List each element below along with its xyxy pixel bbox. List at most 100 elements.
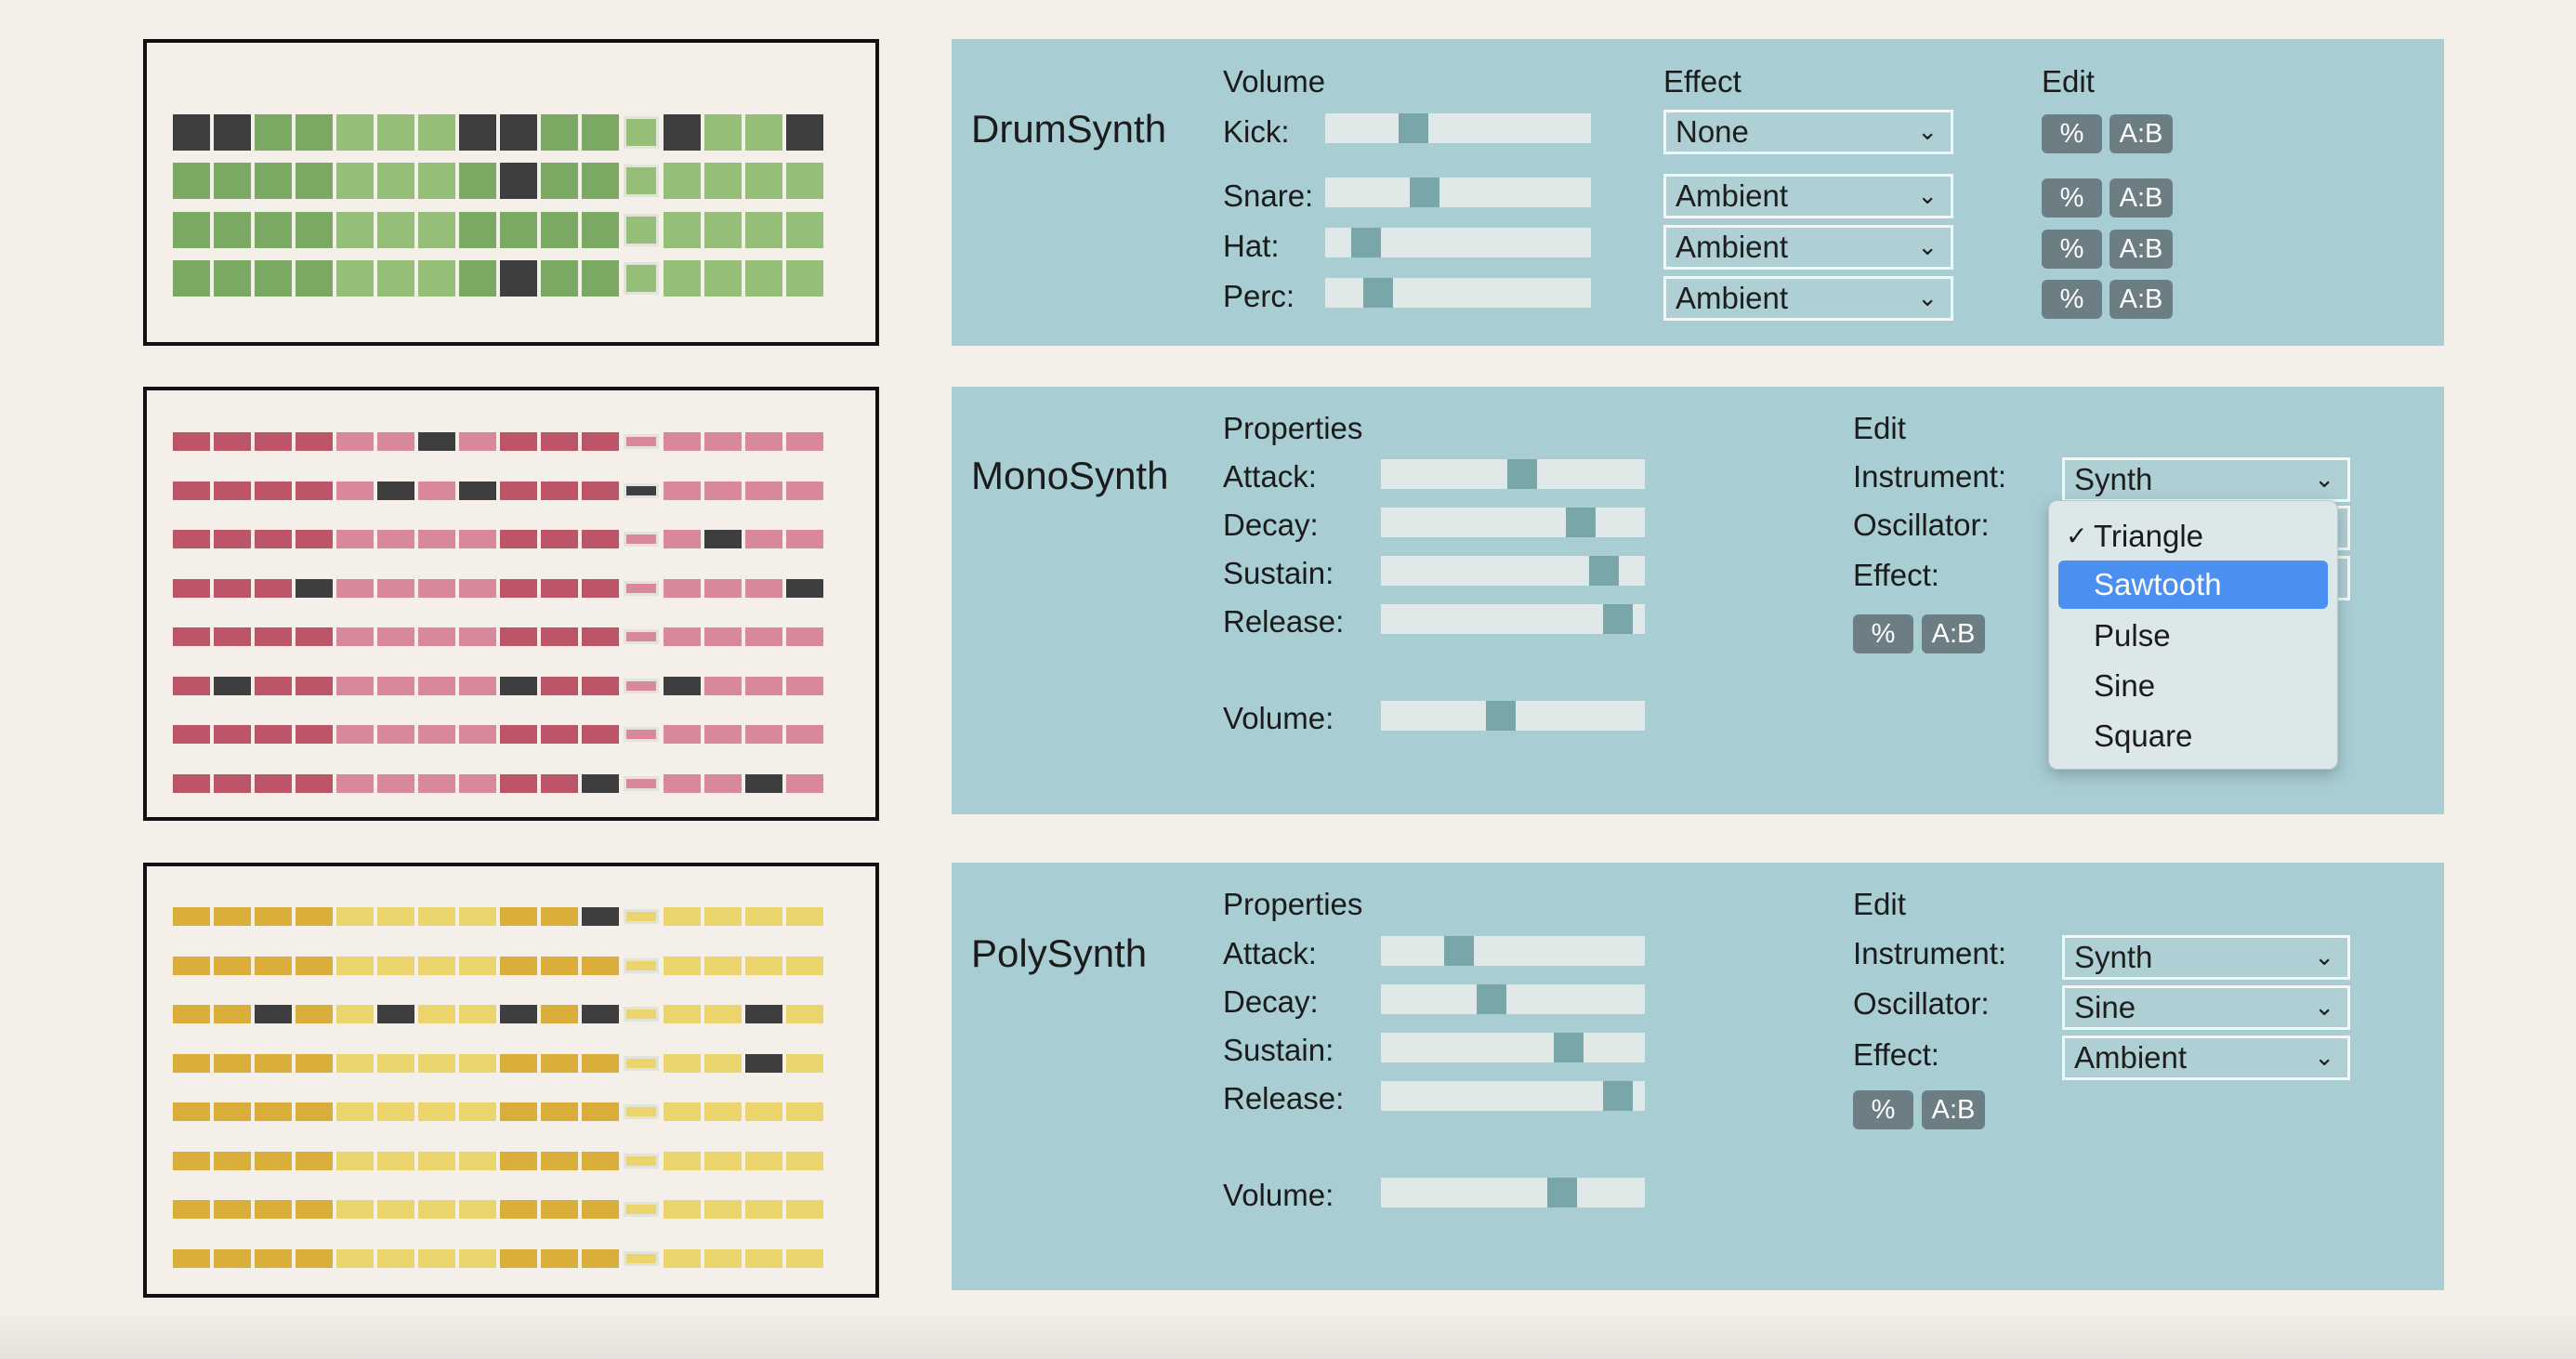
step-cell[interactable] — [664, 163, 701, 199]
step-cell[interactable] — [500, 676, 537, 695]
step-cell[interactable] — [336, 1053, 374, 1073]
step-cell[interactable] — [418, 627, 455, 646]
step-cell[interactable] — [500, 1248, 537, 1268]
step-cell[interactable] — [745, 1200, 782, 1219]
slider-thumb[interactable] — [1477, 984, 1506, 1014]
step-cell[interactable] — [582, 1102, 619, 1121]
kick-percent-button[interactable]: % — [2042, 114, 2102, 153]
step-cell[interactable] — [173, 1005, 210, 1023]
step-cell[interactable] — [336, 725, 374, 744]
step-cell[interactable] — [745, 432, 782, 451]
step-cell[interactable] — [582, 578, 619, 598]
step-cell[interactable] — [377, 481, 414, 500]
snare-effect-select[interactable]: Ambient ⌄ — [1663, 174, 1953, 218]
step-cell[interactable] — [664, 725, 701, 744]
step-cell[interactable] — [459, 1200, 496, 1219]
hat-ab-button[interactable]: A:B — [2109, 230, 2173, 269]
step-cell[interactable] — [664, 1248, 701, 1268]
step-cell[interactable] — [582, 1151, 619, 1170]
step-cell[interactable] — [336, 1200, 374, 1219]
kick-ab-button[interactable]: A:B — [2109, 114, 2173, 153]
poly-release-slider[interactable] — [1381, 1081, 1645, 1111]
step-cell[interactable] — [664, 907, 701, 926]
step-cell[interactable] — [745, 956, 782, 975]
step-cell[interactable] — [214, 907, 251, 926]
step-cell[interactable] — [459, 211, 496, 248]
step-cell[interactable] — [459, 432, 496, 451]
step-cell[interactable] — [500, 481, 537, 500]
step-cell[interactable] — [377, 725, 414, 744]
step-cell[interactable] — [173, 432, 210, 451]
step-cell[interactable] — [664, 1005, 701, 1023]
step-cell[interactable] — [173, 725, 210, 744]
step-cell[interactable] — [582, 1200, 619, 1219]
step-cell[interactable] — [418, 956, 455, 975]
step-cell[interactable] — [624, 1055, 659, 1071]
step-cell[interactable] — [173, 773, 210, 793]
step-cell[interactable] — [214, 676, 251, 695]
step-cell[interactable] — [786, 211, 823, 248]
step-cell[interactable] — [500, 725, 537, 744]
step-cell[interactable] — [459, 773, 496, 793]
mono-percent-button[interactable]: % — [1853, 614, 1913, 653]
step-cell[interactable] — [296, 1102, 333, 1121]
step-cell[interactable] — [255, 1005, 292, 1023]
step-cell[interactable] — [704, 1151, 742, 1170]
step-cell[interactable] — [541, 1248, 578, 1268]
step-cell[interactable] — [336, 530, 374, 548]
step-cell[interactable] — [745, 773, 782, 793]
step-cell[interactable] — [745, 530, 782, 548]
step-cell[interactable] — [214, 260, 251, 297]
step-cell[interactable] — [418, 1005, 455, 1023]
step-cell[interactable] — [336, 163, 374, 199]
step-cell[interactable] — [624, 727, 659, 742]
step-cell[interactable] — [214, 627, 251, 646]
step-cell[interactable] — [296, 481, 333, 500]
step-cell[interactable] — [214, 432, 251, 451]
step-cell[interactable] — [255, 1102, 292, 1121]
step-cell[interactable] — [459, 1248, 496, 1268]
mono-attack-slider[interactable] — [1381, 459, 1645, 489]
step-cell[interactable] — [704, 211, 742, 248]
step-cell[interactable] — [786, 578, 823, 598]
step-cell[interactable] — [541, 481, 578, 500]
step-cell[interactable] — [745, 578, 782, 598]
step-cell[interactable] — [624, 532, 659, 547]
step-cell[interactable] — [704, 725, 742, 744]
step-cell[interactable] — [296, 1151, 333, 1170]
mono-sustain-slider[interactable] — [1381, 556, 1645, 586]
step-cell[interactable] — [418, 1248, 455, 1268]
step-cell[interactable] — [500, 956, 537, 975]
step-cell[interactable] — [296, 113, 333, 151]
step-cell[interactable] — [418, 578, 455, 598]
step-cell[interactable] — [377, 113, 414, 151]
step-cell[interactable] — [296, 1200, 333, 1219]
step-cell[interactable] — [296, 907, 333, 926]
step-cell[interactable] — [624, 1250, 659, 1266]
poly-ab-button[interactable]: A:B — [1922, 1090, 1985, 1129]
step-cell[interactable] — [624, 1104, 659, 1119]
step-cell[interactable] — [214, 773, 251, 793]
snare-volume-slider[interactable] — [1325, 178, 1591, 207]
step-cell[interactable] — [214, 1151, 251, 1170]
step-cell[interactable] — [255, 627, 292, 646]
slider-thumb[interactable] — [1547, 1178, 1577, 1207]
step-cell[interactable] — [664, 676, 701, 695]
step-cell[interactable] — [173, 113, 210, 151]
step-cell[interactable] — [582, 773, 619, 793]
mono-ab-button[interactable]: A:B — [1922, 614, 1985, 653]
step-cell[interactable] — [418, 481, 455, 500]
step-cell[interactable] — [418, 1053, 455, 1073]
slider-thumb[interactable] — [1507, 459, 1537, 489]
step-cell[interactable] — [624, 1007, 659, 1022]
step-cell[interactable] — [624, 1202, 659, 1217]
step-cell[interactable] — [459, 1102, 496, 1121]
snare-ab-button[interactable]: A:B — [2109, 178, 2173, 218]
mono-release-slider[interactable] — [1381, 604, 1645, 634]
step-cell[interactable] — [664, 578, 701, 598]
snare-percent-button[interactable]: % — [2042, 178, 2102, 218]
step-cell[interactable] — [664, 627, 701, 646]
step-cell[interactable] — [296, 578, 333, 598]
step-cell[interactable] — [704, 1005, 742, 1023]
step-cell[interactable] — [704, 481, 742, 500]
